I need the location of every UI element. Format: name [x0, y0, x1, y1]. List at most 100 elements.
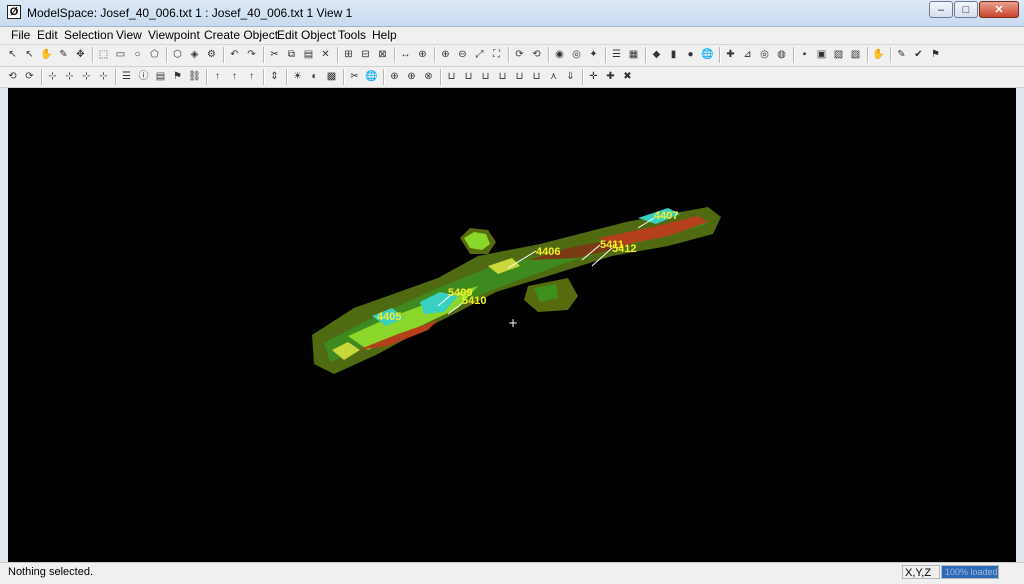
menu-tools[interactable]: Tools: [336, 27, 368, 44]
cutplane-3-icon[interactable]: ⊔: [479, 70, 492, 83]
select-arrow-icon[interactable]: ↖: [6, 48, 19, 61]
cutplane-split-icon[interactable]: ⋏: [547, 70, 560, 83]
render-texture-icon[interactable]: ▨: [849, 48, 862, 61]
transform-icon[interactable]: ⟲: [6, 70, 19, 83]
limit-box-icon[interactable]: ✛: [587, 70, 600, 83]
target-icon[interactable]: ◎: [758, 48, 771, 61]
zoom-in-icon[interactable]: ⊕: [439, 48, 452, 61]
scan-label-4406[interactable]: 4406: [536, 246, 560, 258]
group-icon[interactable]: ⊞: [342, 48, 355, 61]
axis-icon[interactable]: ⇕: [268, 70, 281, 83]
zoom-extents-icon[interactable]: ⛶: [490, 48, 503, 61]
cutplane-6-icon[interactable]: ⊔: [530, 70, 543, 83]
merge-icon[interactable]: ⊠: [376, 48, 389, 61]
minimize-button[interactable]: –: [929, 1, 953, 18]
render-color-icon[interactable]: ▣: [815, 48, 828, 61]
rotate-view-icon[interactable]: ⟳: [513, 48, 526, 61]
rotate-x-icon[interactable]: ↑: [211, 70, 224, 83]
rect-select-icon[interactable]: ▭: [114, 48, 127, 61]
cube-icon[interactable]: ◈: [188, 48, 201, 61]
layer-manager-icon[interactable]: ▦: [627, 48, 640, 61]
paste-icon[interactable]: ▤: [302, 48, 315, 61]
close-button[interactable]: ✕: [979, 1, 1019, 18]
snap-point-icon[interactable]: ⊹: [46, 70, 59, 83]
scan-label-4407[interactable]: 4407: [654, 210, 678, 222]
menu-file[interactable]: File: [9, 27, 32, 44]
color-map-icon[interactable]: ▩: [325, 70, 338, 83]
limit-add-icon[interactable]: ✚: [604, 70, 617, 83]
list-icon[interactable]: ☰: [120, 70, 133, 83]
paint-icon[interactable]: ✦: [587, 48, 600, 61]
snap-edge-icon[interactable]: ⊹: [63, 70, 76, 83]
registration-icon[interactable]: ✚: [724, 48, 737, 61]
section-icon[interactable]: ⊗: [422, 70, 435, 83]
limit-remove-icon[interactable]: ✖: [621, 70, 634, 83]
select-plus-icon[interactable]: ↖: [23, 48, 36, 61]
render-point-icon[interactable]: ▪: [798, 48, 811, 61]
cutplane-down-icon[interactable]: ⇓: [564, 70, 577, 83]
cutplane-4-icon[interactable]: ⊔: [496, 70, 509, 83]
model-viewport[interactable]: 4407 4406 5411 5412 5409 5410 4405 +: [8, 88, 1016, 562]
cutplane-1-icon[interactable]: ⊔: [445, 70, 458, 83]
edit-pen-icon[interactable]: ✎: [895, 48, 908, 61]
ungroup-icon[interactable]: ⊟: [359, 48, 372, 61]
fit-plane-icon[interactable]: ◆: [650, 48, 663, 61]
fit-cylinder-icon[interactable]: ▮: [667, 48, 680, 61]
measure-icon[interactable]: ↔: [399, 48, 412, 61]
rotate-z-icon[interactable]: ↑: [245, 70, 258, 83]
cutplane-5-icon[interactable]: ⊔: [513, 70, 526, 83]
zoom-out-icon[interactable]: ⊖: [456, 48, 469, 61]
scan-world-icon[interactable]: ◍: [775, 48, 788, 61]
cutplane-2-icon[interactable]: ⊔: [462, 70, 475, 83]
unify-icon[interactable]: ⊕: [388, 70, 401, 83]
rotate-y-icon[interactable]: ↑: [228, 70, 241, 83]
zoom-fit-icon[interactable]: ⤢: [473, 48, 486, 61]
point-cloud-canvas[interactable]: 4407 4406 5411 5412 5409 5410 4405 +: [8, 88, 1016, 562]
light-icon[interactable]: ☀: [291, 70, 304, 83]
shade-icon[interactable]: ◐: [308, 70, 321, 83]
tag-icon[interactable]: ⚑: [171, 70, 184, 83]
menu-viewpoint[interactable]: Viewpoint: [146, 27, 202, 44]
menu-selection[interactable]: Selection: [62, 27, 115, 44]
layers-icon[interactable]: ☰: [610, 48, 623, 61]
snap-face-icon[interactable]: ⊹: [80, 70, 93, 83]
menu-create-object[interactable]: Create Object: [202, 27, 280, 44]
delete-icon[interactable]: ✕: [319, 48, 332, 61]
layer-off-icon[interactable]: ◎: [570, 48, 583, 61]
fence-select-icon[interactable]: ⬚: [97, 48, 110, 61]
scan-label-5412[interactable]: 5412: [612, 243, 636, 255]
object-info-icon[interactable]: ⓘ: [137, 70, 150, 83]
insert-icon[interactable]: ⊕: [405, 70, 418, 83]
menu-edit[interactable]: Edit: [35, 27, 60, 44]
layer-on-icon[interactable]: ◉: [553, 48, 566, 61]
pencil-icon[interactable]: ✎: [57, 48, 70, 61]
pan-hand-icon[interactable]: ✋: [40, 48, 53, 61]
redo-icon[interactable]: ↷: [245, 48, 258, 61]
hand-grab-icon[interactable]: ✋: [872, 48, 885, 61]
scissors-axis-icon[interactable]: ⚙: [205, 48, 218, 61]
maximize-button[interactable]: □: [954, 1, 978, 18]
segment-icon[interactable]: ✂: [348, 70, 361, 83]
menu-edit-object[interactable]: Edit Object: [275, 27, 338, 44]
properties-icon[interactable]: ▤: [154, 70, 167, 83]
undo-icon[interactable]: ↶: [228, 48, 241, 61]
move-cross-icon[interactable]: ✥: [74, 48, 87, 61]
link-icon[interactable]: ⛓: [188, 70, 201, 83]
copy-icon[interactable]: ⧉: [285, 48, 298, 61]
checkmark-icon[interactable]: ✔: [912, 48, 925, 61]
transform-reset-icon[interactable]: ⟳: [23, 70, 36, 83]
orbit-icon[interactable]: ⟲: [530, 48, 543, 61]
scan-label-5410[interactable]: 5410: [462, 295, 486, 307]
globe-icon[interactable]: 🌐: [701, 48, 714, 61]
circle-select-icon[interactable]: ○: [131, 48, 144, 61]
snap-center-icon[interactable]: ⊹: [97, 70, 110, 83]
constraint-icon[interactable]: ⊿: [741, 48, 754, 61]
render-intensity-icon[interactable]: ▧: [832, 48, 845, 61]
flag-icon[interactable]: ⚑: [929, 48, 942, 61]
menu-help[interactable]: Help: [370, 27, 399, 44]
cut-icon[interactable]: ✂: [268, 48, 281, 61]
scan-label-4405[interactable]: 4405: [377, 311, 401, 323]
zoom-region-icon[interactable]: ⊕: [416, 48, 429, 61]
polygon-select-icon[interactable]: ⬠: [148, 48, 161, 61]
menu-view[interactable]: View: [114, 27, 144, 44]
